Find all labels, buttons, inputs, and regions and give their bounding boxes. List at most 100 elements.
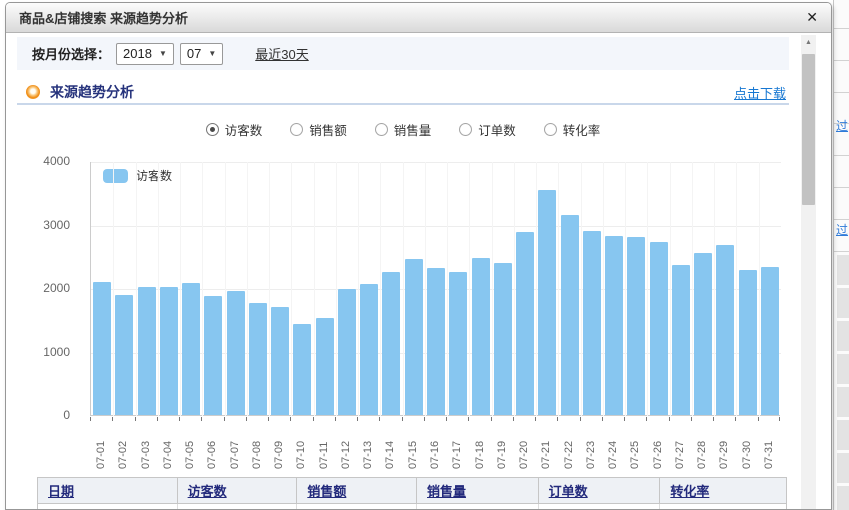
background-partial-link[interactable]: 过: [836, 221, 848, 238]
x-axis-label: 07-03: [135, 423, 157, 469]
gridline: [336, 162, 337, 416]
section-header: 来源趋势分析 点击下载: [17, 81, 789, 105]
x-axis-tick: [90, 417, 91, 421]
bar-07-23: [583, 231, 601, 415]
table-header-link[interactable]: 日期: [48, 481, 74, 500]
x-axis-label: 07-12: [335, 423, 357, 469]
table-cell: [539, 504, 661, 509]
gridline: [536, 162, 537, 416]
metric-radio-label: 销售量: [394, 120, 432, 139]
dialog-titlebar: 商品&店铺搜索 来源趋势分析 ✕: [6, 3, 831, 33]
x-axis-label-text: 07-19: [496, 423, 508, 469]
bar-07-25: [627, 237, 645, 415]
x-axis-tick: [468, 417, 469, 421]
x-axis-label-text: 07-18: [474, 423, 486, 469]
x-axis-label-text: 07-25: [629, 423, 641, 469]
gridline: [558, 162, 559, 416]
x-axis-label: 07-22: [557, 423, 579, 469]
year-select-value: 2018: [123, 46, 152, 61]
x-axis-label-text: 07-07: [229, 423, 241, 469]
metric-radio-5[interactable]: 转化率: [544, 120, 601, 139]
recent-30-days-link[interactable]: 最近30天: [255, 44, 308, 63]
table-header-link[interactable]: 转化率: [670, 481, 709, 500]
x-axis-tick: [157, 417, 158, 421]
x-axis-label-text: 07-29: [718, 423, 730, 469]
background-table-line: [834, 251, 849, 252]
background-table-cell: [837, 453, 849, 483]
chevron-down-icon: ▼: [208, 49, 216, 58]
bar-07-07: [227, 291, 245, 415]
x-axis-label-text: 07-20: [518, 423, 530, 469]
gridline: [447, 162, 448, 416]
bar-07-29: [716, 245, 734, 415]
table-header-link[interactable]: 访客数: [188, 481, 227, 500]
x-axis-label: 07-04: [157, 423, 179, 469]
gridline: [603, 162, 604, 416]
radio-button-icon[interactable]: [544, 123, 557, 136]
metric-radio-1[interactable]: 访客数: [206, 120, 263, 139]
radio-button-icon[interactable]: [459, 123, 472, 136]
x-axis-tick: [691, 417, 692, 421]
table-header-1: 日期: [38, 478, 178, 503]
background-partial-link[interactable]: 过: [836, 117, 848, 134]
chevron-down-icon: ▼: [159, 49, 167, 58]
gridline: [158, 162, 159, 416]
vertical-scrollbar[interactable]: ▲: [801, 35, 816, 509]
table-header-3: 销售额: [297, 478, 417, 503]
x-axis-tick: [135, 417, 136, 421]
background-table-cell: [837, 387, 849, 417]
x-axis-tick: [379, 417, 380, 421]
gridline: [91, 226, 781, 227]
radio-button-icon[interactable]: [206, 123, 219, 136]
bar-07-03: [138, 287, 156, 415]
metric-radio-4[interactable]: 订单数: [459, 120, 516, 139]
x-axis-label-text: 07-02: [117, 423, 129, 469]
bar-07-27: [672, 265, 690, 415]
gridline: [269, 162, 270, 416]
close-icon[interactable]: ✕: [806, 9, 818, 25]
gridline: [403, 162, 404, 416]
bar-07-14: [382, 272, 400, 415]
scroll-up-arrow-icon[interactable]: ▲: [801, 35, 816, 50]
bar-07-10: [293, 324, 311, 415]
x-axis-label-text: 07-24: [607, 423, 619, 469]
metric-radio-group: 访客数 销售额 销售量 订单数 转化率: [17, 120, 789, 139]
bar-07-19: [494, 263, 512, 415]
x-axis-label: 07-16: [424, 423, 446, 469]
gridline: [113, 162, 114, 416]
x-axis-tick: [580, 417, 581, 421]
radio-button-icon[interactable]: [290, 123, 303, 136]
bar-07-02: [115, 295, 133, 415]
gridline: [670, 162, 671, 416]
table-cell: [660, 504, 786, 509]
radio-button-icon[interactable]: [375, 123, 388, 136]
x-axis-label: 07-31: [758, 423, 780, 469]
x-axis-label: 07-07: [224, 423, 246, 469]
x-axis-tick: [624, 417, 625, 421]
metric-radio-3[interactable]: 销售量: [375, 120, 432, 139]
gridline: [692, 162, 693, 416]
month-filter-label: 按月份选择：: [32, 44, 110, 63]
bar-07-21: [538, 190, 556, 415]
gridline: [180, 162, 181, 416]
x-axis-label-text: 07-04: [162, 423, 174, 469]
x-axis-tick: [246, 417, 247, 421]
x-axis-tick: [735, 417, 736, 421]
y-axis-labels: 01000200030004000: [17, 162, 79, 416]
table-header-link[interactable]: 订单数: [549, 481, 588, 500]
gridline: [469, 162, 470, 416]
month-select[interactable]: 07 ▼: [180, 43, 223, 65]
x-axis-tick: [357, 417, 358, 421]
bar-07-04: [160, 287, 178, 415]
table-header-link[interactable]: 销售额: [307, 481, 346, 500]
scrollbar-thumb[interactable]: [802, 54, 815, 205]
metric-radio-2[interactable]: 销售额: [290, 120, 347, 139]
year-select[interactable]: 2018 ▼: [116, 43, 174, 65]
x-axis-label-text: 07-30: [741, 423, 753, 469]
gridline: [647, 162, 648, 416]
x-axis-tick: [268, 417, 269, 421]
gridline: [425, 162, 426, 416]
download-link[interactable]: 点击下载: [734, 83, 786, 102]
x-axis-tick: [201, 417, 202, 421]
table-header-link[interactable]: 销售量: [427, 481, 466, 500]
